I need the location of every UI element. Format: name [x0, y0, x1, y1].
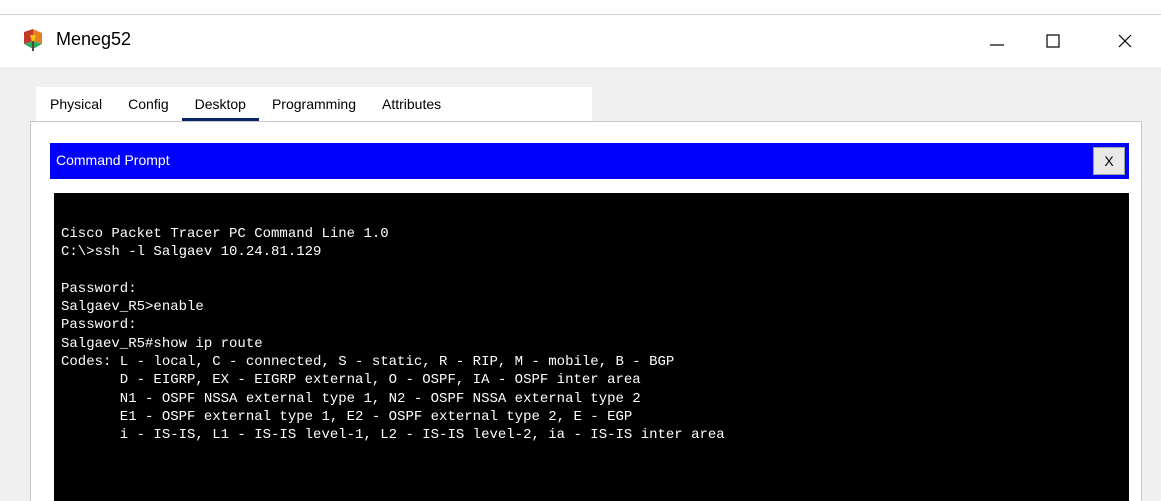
- terminal-line: E1 - OSPF external type 1, E2 - OSPF ext…: [61, 408, 633, 425]
- terminal-line: D - EIGRP, EX - EIGRP external, O - OSPF…: [61, 372, 641, 389]
- terminal-output[interactable]: Cisco Packet Tracer PC Command Line 1.0 …: [54, 193, 1129, 501]
- tab-desktop[interactable]: Desktop: [181, 87, 260, 121]
- tab-attributes[interactable]: Attributes: [369, 87, 454, 121]
- command-prompt-close-button[interactable]: X: [1093, 147, 1125, 175]
- terminal-line: C:\>ssh -l Salgaev 10.24.81.129: [61, 244, 322, 261]
- maximize-button[interactable]: [1025, 15, 1081, 67]
- minimize-button[interactable]: [969, 15, 1025, 67]
- tab-physical[interactable]: Physical: [36, 87, 115, 121]
- close-icon: [1118, 34, 1132, 48]
- command-prompt-header: Command Prompt X: [50, 143, 1129, 179]
- title-bar[interactable]: Meneg52: [0, 15, 1161, 67]
- desktop-panel: Command Prompt X Cisco Packet Tracer PC …: [30, 121, 1142, 501]
- terminal-line: Codes: L - local, C - connected, S - sta…: [61, 354, 675, 371]
- packet-tracer-app-icon: [20, 27, 46, 53]
- device-tabs: Physical Config Desktop Programming Attr…: [36, 87, 592, 121]
- background-window-strip: [0, 0, 1161, 15]
- terminal-line: i - IS-IS, L1 - IS-IS level-1, L2 - IS-I…: [61, 427, 725, 444]
- terminal-line: Password:: [61, 280, 137, 297]
- command-prompt-title: Command Prompt: [56, 152, 170, 168]
- terminal-line: Password:: [61, 317, 137, 334]
- terminal-line: Cisco Packet Tracer PC Command Line 1.0: [61, 226, 389, 242]
- tab-config[interactable]: Config: [115, 87, 181, 121]
- terminal-line: Salgaev_R5#show ip route: [61, 335, 263, 352]
- device-content-area: Physical Config Desktop Programming Attr…: [0, 67, 1161, 501]
- terminal-line: Salgaev_R5>enable: [61, 299, 204, 316]
- terminal-lines: Cisco Packet Tracer PC Command Line 1.0 …: [61, 225, 725, 445]
- minimize-icon: [990, 44, 1004, 46]
- window-title: Meneg52: [56, 29, 132, 49]
- maximize-icon: [1046, 34, 1060, 48]
- close-window-button[interactable]: [1097, 15, 1153, 67]
- packet-tracer-device-window: Meneg52 Physical Config Desktop Programm…: [0, 0, 1161, 501]
- tab-programming[interactable]: Programming: [259, 87, 369, 121]
- terminal-line: N1 - OSPF NSSA external type 1, N2 - OSP…: [61, 390, 641, 407]
